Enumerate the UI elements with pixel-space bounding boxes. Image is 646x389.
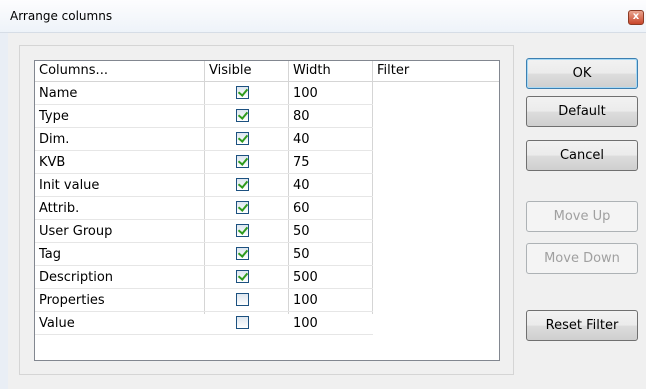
- table-row[interactable]: Type 80: [35, 105, 499, 128]
- column-name-cell: Name: [39, 86, 78, 101]
- column-name-cell: User Group: [39, 224, 113, 239]
- header-visible[interactable]: Visible: [205, 61, 289, 81]
- filter-cell[interactable]: [373, 82, 499, 105]
- width-cell[interactable]: 100: [289, 312, 373, 335]
- visible-checkbox[interactable]: [236, 178, 249, 191]
- table-row[interactable]: Description 500: [35, 266, 499, 289]
- column-name-cell: Attrib.: [39, 201, 80, 216]
- visible-cell: [205, 266, 289, 289]
- filter-cell[interactable]: [373, 289, 499, 312]
- column-name-cell: Init value: [39, 178, 100, 193]
- filter-cell[interactable]: [373, 197, 499, 220]
- table-row[interactable]: User Group 50: [35, 220, 499, 243]
- visible-checkbox[interactable]: [236, 132, 249, 145]
- width-cell[interactable]: 100: [289, 82, 373, 105]
- visible-checkbox[interactable]: [236, 224, 249, 237]
- visible-cell: [205, 197, 289, 220]
- column-name-cell: Properties: [39, 293, 105, 308]
- header-width[interactable]: Width: [289, 61, 373, 81]
- table-row[interactable]: Value 100: [35, 312, 499, 335]
- width-cell[interactable]: 60: [289, 197, 373, 220]
- row-divider: [35, 334, 373, 335]
- visible-cell: [205, 128, 289, 151]
- visible-cell: [205, 243, 289, 266]
- table-row[interactable]: Properties 100: [35, 289, 499, 312]
- visible-checkbox[interactable]: [236, 155, 249, 168]
- width-cell[interactable]: 80: [289, 105, 373, 128]
- table-row[interactable]: KVB 75: [35, 151, 499, 174]
- visible-cell: [205, 105, 289, 128]
- visible-checkbox[interactable]: [236, 86, 249, 99]
- column-name-cell: KVB: [39, 155, 66, 170]
- close-button[interactable]: x: [628, 10, 644, 25]
- table-row[interactable]: Init value 40: [35, 174, 499, 197]
- filter-cell[interactable]: [373, 128, 499, 151]
- header-filter[interactable]: Filter: [373, 61, 499, 81]
- table-row[interactable]: Tag 50: [35, 243, 499, 266]
- close-icon: x: [632, 11, 640, 22]
- column-name-cell: Value: [39, 316, 75, 331]
- filter-cell[interactable]: [373, 266, 499, 289]
- filter-cell[interactable]: [373, 243, 499, 266]
- width-cell[interactable]: 100: [289, 289, 373, 312]
- visible-checkbox[interactable]: [236, 201, 249, 214]
- visible-cell: [205, 312, 289, 335]
- width-cell[interactable]: 40: [289, 128, 373, 151]
- window-frame: [0, 33, 8, 389]
- move-up-button[interactable]: Move Up: [526, 201, 638, 232]
- column-name-cell: Tag: [39, 247, 62, 262]
- visible-checkbox[interactable]: [236, 316, 249, 329]
- filter-cell[interactable]: [373, 174, 499, 197]
- visible-cell: [205, 174, 289, 197]
- column-name-cell: Dim.: [39, 132, 70, 147]
- ok-button[interactable]: OK: [526, 58, 638, 89]
- width-cell[interactable]: 500: [289, 266, 373, 289]
- window-title: Arrange columns: [10, 9, 113, 23]
- reset-filter-button[interactable]: Reset Filter: [526, 310, 638, 341]
- visible-cell: [205, 151, 289, 174]
- title-bar: Arrange columns x: [0, 0, 646, 33]
- move-down-button[interactable]: Move Down: [526, 243, 638, 274]
- width-cell[interactable]: 50: [289, 220, 373, 243]
- column-name-cell: Description: [39, 270, 114, 285]
- columns-list[interactable]: Columns... Visible Width Filter Name 100 T…: [34, 60, 500, 361]
- filter-cell[interactable]: [373, 220, 499, 243]
- cancel-button[interactable]: Cancel: [526, 140, 638, 171]
- visible-cell: [205, 289, 289, 312]
- table-row[interactable]: Dim. 40: [35, 128, 499, 151]
- column-name-cell: Type: [39, 109, 69, 124]
- visible-checkbox[interactable]: [236, 293, 249, 306]
- header-columns[interactable]: Columns...: [35, 61, 205, 81]
- table-row[interactable]: Name 100: [35, 82, 499, 105]
- default-button[interactable]: Default: [526, 96, 638, 127]
- visible-checkbox[interactable]: [236, 247, 249, 260]
- filter-cell[interactable]: [373, 105, 499, 128]
- list-header: Columns... Visible Width Filter: [35, 61, 499, 82]
- width-cell[interactable]: 40: [289, 174, 373, 197]
- width-cell[interactable]: 50: [289, 243, 373, 266]
- filter-cell[interactable]: [373, 151, 499, 174]
- visible-cell: [205, 220, 289, 243]
- visible-cell: [205, 82, 289, 105]
- visible-checkbox[interactable]: [236, 270, 249, 283]
- width-cell[interactable]: 75: [289, 151, 373, 174]
- visible-checkbox[interactable]: [236, 109, 249, 122]
- table-row[interactable]: Attrib. 60: [35, 197, 499, 220]
- filter-cell[interactable]: [373, 312, 499, 335]
